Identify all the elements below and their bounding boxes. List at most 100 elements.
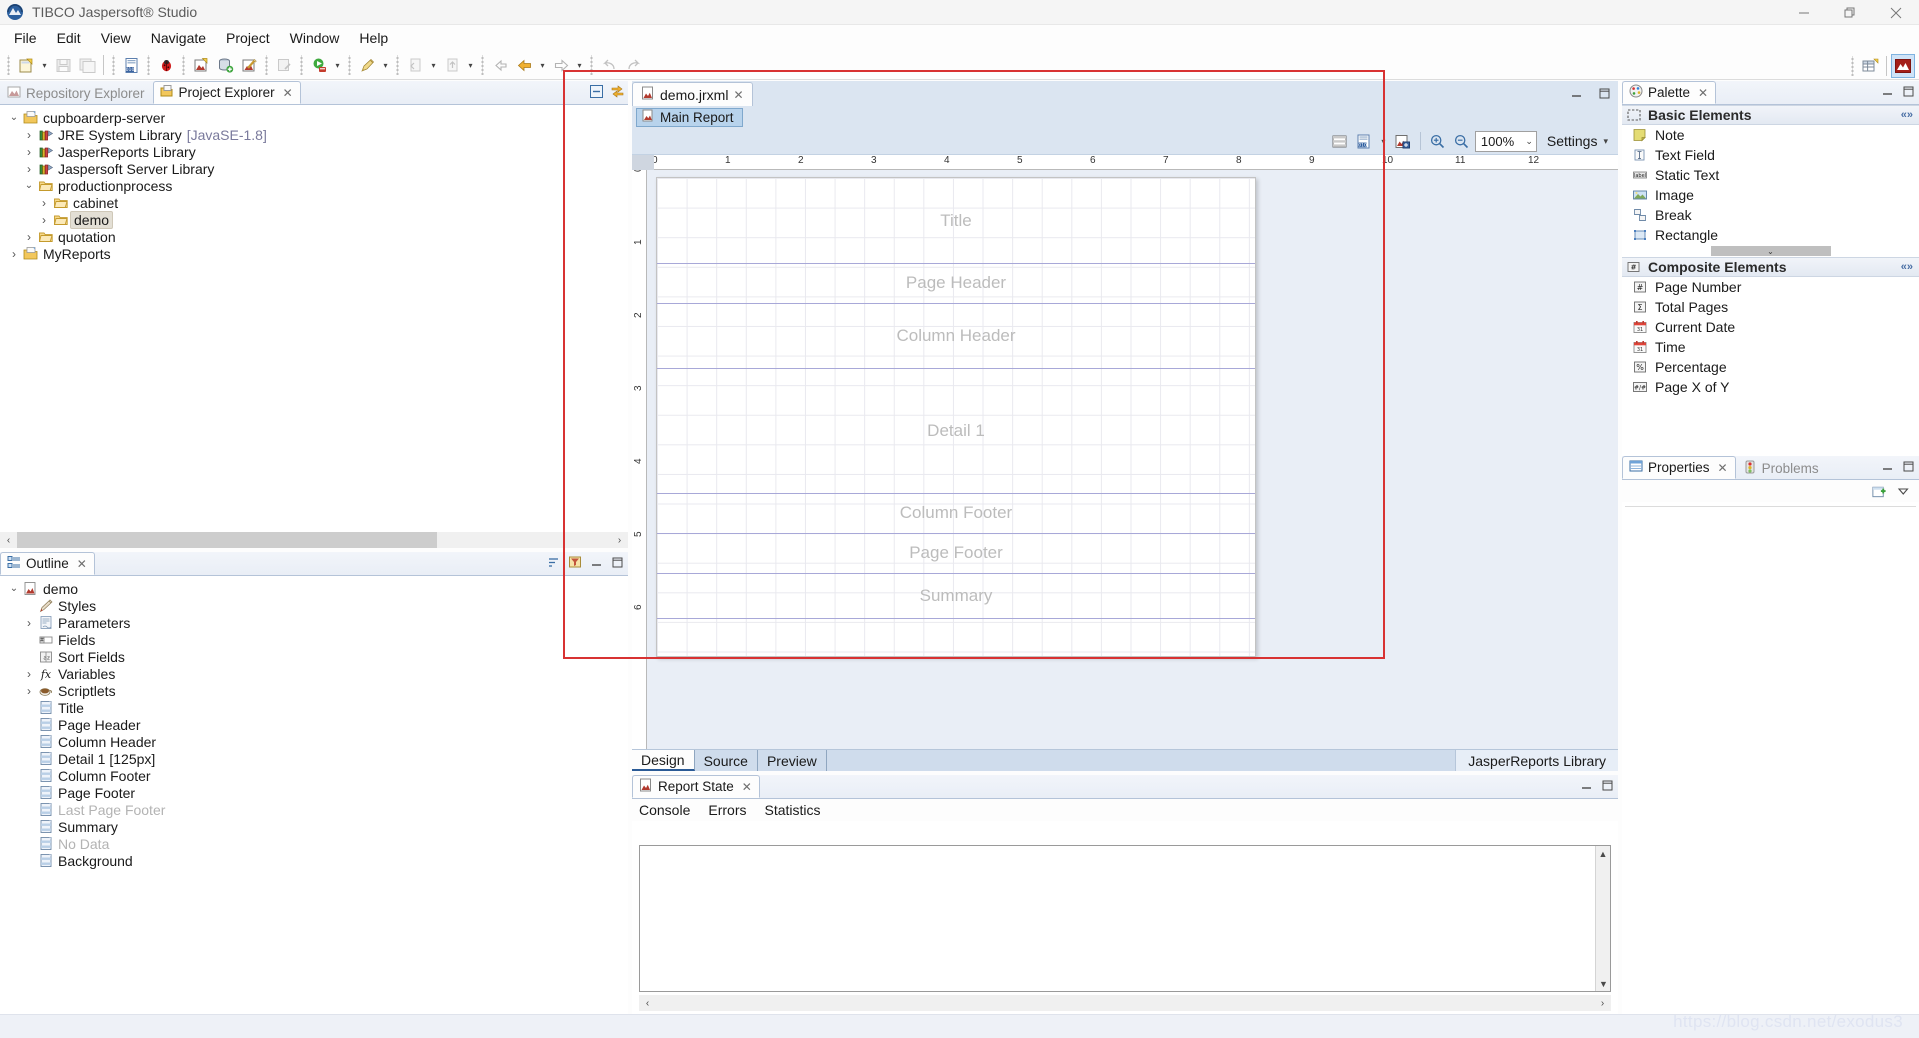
new-datasource-icon[interactable] [213, 53, 237, 77]
toolbar-grip[interactable] [263, 55, 270, 75]
tree-row[interactable]: ⌄ cupboarderp-server [0, 109, 628, 126]
tree-item[interactable]: cupboarderp-server [43, 110, 165, 126]
tree-item[interactable]: JRE System Library [JavaSE-1.8] [58, 127, 267, 143]
tree-row[interactable]: › fx Variables [0, 665, 628, 682]
palette-item[interactable]: Break [1622, 205, 1919, 225]
toolbar-grip[interactable] [298, 55, 305, 75]
tree-item[interactable]: productionprocess [58, 178, 172, 194]
subtab-console[interactable]: Console [639, 802, 690, 818]
palette-item[interactable]: # Page Number [1622, 277, 1919, 297]
toolbar-grip[interactable] [110, 55, 117, 75]
tree-row[interactable]: › JasperReports Library [0, 143, 628, 160]
tree-item[interactable]: Column Header [58, 734, 156, 750]
scroll-right-icon[interactable]: › [1594, 995, 1611, 1011]
format-brush-icon[interactable] [355, 53, 379, 77]
report-band[interactable]: Page Footer [657, 533, 1255, 573]
tree-row[interactable]: Last Page Footer [0, 801, 628, 818]
forward-icon[interactable] [549, 53, 573, 77]
report-band[interactable]: Column Footer [657, 493, 1255, 533]
toolbar-grip[interactable] [1849, 55, 1856, 76]
toolbar-grip[interactable] [145, 55, 152, 75]
close-icon[interactable]: ✕ [733, 88, 743, 102]
close-button[interactable] [1873, 0, 1919, 25]
run-icon[interactable] [307, 53, 331, 77]
sort-icon[interactable] [546, 554, 562, 570]
maximize-icon[interactable] [1596, 85, 1612, 101]
maximize-icon[interactable] [1900, 83, 1916, 99]
chevron-down-icon[interactable]: ▾ [1603, 136, 1608, 147]
tree-row[interactable]: › cabinet [0, 194, 628, 211]
project-explorer-hscrollbar[interactable]: ‹ › [0, 532, 628, 548]
tree-row[interactable]: Title [0, 699, 628, 716]
console-hscrollbar[interactable]: ‹ › [639, 995, 1611, 1011]
palette-item[interactable]: Image [1622, 185, 1919, 205]
report-page[interactable]: Title Page Header Column Header Detail 1 Col… [656, 177, 1256, 657]
tree-row[interactable]: ⌄ demo [0, 580, 628, 597]
report-band[interactable]: Page Header [657, 263, 1255, 303]
project-explorer-tree[interactable]: ⌄ cupboarderp-server › JRE System Library [J… [0, 105, 628, 262]
menu-view[interactable]: View [91, 27, 141, 49]
tree-row[interactable]: Column Header [0, 733, 628, 750]
subtab-errors[interactable]: Errors [708, 802, 746, 818]
export-icon[interactable] [403, 53, 427, 77]
twisty-collapsed-icon[interactable]: › [21, 667, 37, 681]
zoom-out-icon[interactable] [1451, 130, 1473, 152]
band-separator[interactable] [657, 493, 1255, 494]
new-icon[interactable] [14, 53, 38, 77]
palette-item[interactable]: 31 Current Date [1622, 317, 1919, 337]
toolbar-grip[interactable] [588, 55, 595, 75]
palette-item[interactable]: #/# Page X of Y [1622, 377, 1919, 397]
collapse-chevrons-icon[interactable]: «» [1901, 109, 1913, 121]
tab-demo-jrxml[interactable]: demo.jrxml ✕ [632, 82, 753, 106]
tree-item[interactable]: Column Footer [58, 768, 151, 784]
restore-button[interactable] [1827, 0, 1873, 25]
tree-row[interactable]: › MyReports [0, 245, 628, 262]
outline-tree[interactable]: ⌄ demo Styles › Parameters # Fields a z Sort Fiel… [0, 576, 628, 869]
scroll-right-icon[interactable]: › [611, 532, 628, 548]
tree-item[interactable]: Variables [58, 666, 115, 682]
hscroll-track[interactable] [17, 532, 611, 548]
tab-preview[interactable]: Preview [758, 750, 827, 771]
tree-item[interactable]: MyReports [43, 246, 111, 262]
tree-item[interactable]: Jaspersoft Server Library [58, 161, 214, 177]
scroll-left-icon[interactable]: ‹ [639, 995, 656, 1011]
new-dropdown-arrow[interactable]: ▾ [38, 53, 51, 77]
save-icon[interactable] [51, 53, 75, 77]
close-icon[interactable]: ✕ [1718, 461, 1728, 475]
compile-report-icon[interactable] [272, 53, 296, 77]
tree-row[interactable]: › Parameters [0, 614, 628, 631]
tree-row[interactable]: # Fields [0, 631, 628, 648]
toolbar-grip[interactable] [394, 55, 401, 75]
format-brush-dropdown-arrow[interactable]: ▾ [379, 53, 392, 77]
minimize-icon[interactable] [1879, 458, 1895, 474]
twisty-collapsed-icon[interactable]: › [21, 684, 37, 698]
scroll-up-icon[interactable]: ▲ [1596, 846, 1610, 861]
twisty-collapsed-icon[interactable]: › [36, 196, 52, 210]
report-band[interactable]: Detail 1 [657, 368, 1255, 493]
undo-icon[interactable] [597, 53, 621, 77]
toolbar-grip[interactable] [5, 55, 12, 75]
tree-item[interactable]: demo [43, 581, 78, 597]
tree-row[interactable]: Detail 1 [125px] [0, 750, 628, 767]
save-all-icon[interactable] [75, 53, 99, 77]
settings-button[interactable]: Settings ▾ [1539, 133, 1612, 149]
menu-window[interactable]: Window [280, 27, 350, 49]
band-separator[interactable] [657, 618, 1255, 619]
twisty-collapsed-icon[interactable]: › [21, 145, 37, 159]
tab-report-state[interactable]: Report State ✕ [632, 775, 760, 798]
zoom-level-combo[interactable]: 100% ⌄ [1474, 130, 1537, 152]
twisty-collapsed-icon[interactable]: › [21, 162, 37, 176]
close-icon[interactable]: ✕ [742, 780, 752, 794]
tree-item[interactable]: JasperReports Library [58, 144, 196, 160]
tree-item[interactable]: Page Footer [58, 785, 135, 801]
tree-item[interactable]: No Data [58, 836, 109, 852]
tree-item[interactable]: Scriptlets [58, 683, 116, 699]
tab-project-explorer[interactable]: Project Explorer ✕ [152, 81, 301, 104]
back-icon[interactable] [512, 53, 536, 77]
chevron-down-icon[interactable]: ⌄ [1710, 246, 1831, 256]
minimize-icon[interactable] [1879, 83, 1895, 99]
menu-edit[interactable]: Edit [47, 27, 91, 49]
publish-dropdown-arrow[interactable]: ▾ [464, 53, 477, 77]
tab-outline[interactable]: Outline ✕ [0, 552, 95, 575]
twisty-expanded-icon[interactable]: ⌄ [21, 180, 37, 191]
